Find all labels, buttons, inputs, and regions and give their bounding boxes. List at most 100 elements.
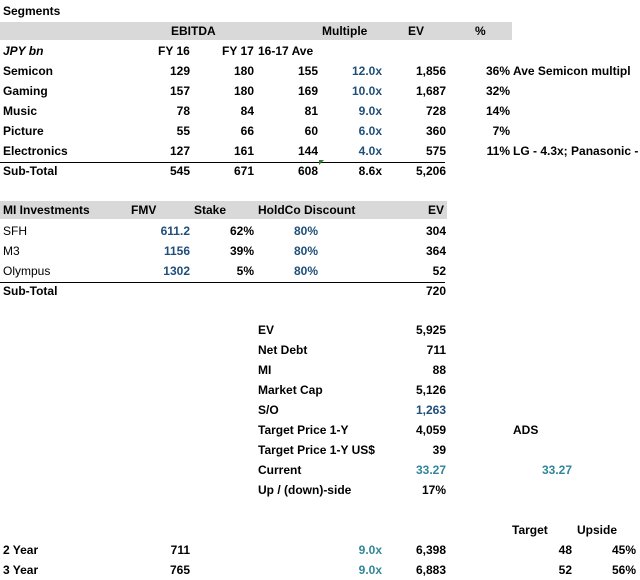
- segments-subtotal-rule: [0, 162, 445, 163]
- valuation-value: 39: [432, 443, 446, 457]
- mi-stake: 5%: [236, 264, 254, 278]
- segments-header-band: [0, 22, 512, 40]
- subtotal-ev: 5,206: [415, 164, 446, 178]
- segment-fy17: 180: [233, 64, 254, 78]
- segment-ev: 1,687: [415, 84, 446, 98]
- header-ev: EV: [408, 24, 425, 38]
- valuation-label: S/O: [258, 403, 279, 417]
- mi-header-stake: Stake: [194, 203, 227, 217]
- subtotal-ave: 608: [297, 164, 318, 178]
- projection-ebitda: 765: [169, 563, 190, 577]
- segment-fy17: 84: [240, 104, 254, 118]
- segment-multiple[interactable]: 12.0x: [320, 64, 382, 78]
- valuation-value: 5,925: [415, 323, 446, 337]
- segment-pct: 14%: [485, 104, 510, 118]
- segment-multiple[interactable]: 9.0x: [320, 104, 382, 118]
- mi-subtotal-label: Sub-Total: [3, 284, 58, 298]
- mi-name: M3: [3, 244, 20, 258]
- segment-fy16: 127: [169, 144, 190, 158]
- segment-ave: 144: [297, 144, 318, 158]
- subtotal-multiple: 8.6x: [358, 164, 382, 178]
- mi-header-fmv: FMV: [131, 203, 157, 217]
- proj-header-upside: Upside: [577, 523, 618, 537]
- valuation-value[interactable]: 1,263: [386, 403, 446, 417]
- mi-ev: 52: [432, 264, 446, 278]
- subheader-fy17: FY 17: [222, 44, 254, 58]
- segment-pct: 36%: [485, 64, 510, 78]
- mi-discount[interactable]: 80%: [258, 244, 318, 258]
- segment-fy16: 157: [169, 84, 190, 98]
- mi-stake: 62%: [229, 224, 254, 238]
- segment-multiple[interactable]: 6.0x: [320, 124, 382, 138]
- ads-label: ADS: [513, 423, 539, 437]
- valuation-label: Net Debt: [258, 343, 308, 357]
- segment-note: LG - 4.3x; Panasonic -: [513, 144, 639, 158]
- valuation-label: MI: [258, 363, 272, 377]
- header-pct: %: [475, 24, 486, 38]
- projection-target: 52: [558, 563, 572, 577]
- valuation-label: Target Price 1-Y: [258, 423, 349, 437]
- mi-fmv[interactable]: 1302: [130, 264, 190, 278]
- mi-name: SFH: [3, 224, 27, 238]
- segment-fy16: 78: [176, 104, 190, 118]
- proj-header-target: Target: [512, 523, 548, 537]
- mi-header-name: MI Investments: [3, 203, 90, 217]
- segment-fy16: 129: [169, 64, 190, 78]
- projection-ev: 6,398: [415, 543, 446, 557]
- segments-title: Segments: [3, 4, 61, 18]
- segment-ave: 169: [297, 84, 318, 98]
- segment-fy17: 66: [240, 124, 254, 138]
- subtotal-fy17: 671: [233, 164, 254, 178]
- segment-name: Gaming: [3, 84, 48, 98]
- segment-fy16: 55: [176, 124, 190, 138]
- segment-ev: 360: [425, 124, 446, 138]
- valuation-value[interactable]: 33.27: [386, 463, 446, 477]
- mi-subtotal-rule: [0, 282, 445, 283]
- segment-pct: 32%: [485, 84, 510, 98]
- mi-header-ev: EV: [428, 203, 445, 217]
- segment-fy17: 180: [233, 84, 254, 98]
- mi-discount[interactable]: 80%: [258, 224, 318, 238]
- segment-ev: 728: [425, 104, 446, 118]
- segment-fy17: 161: [233, 144, 254, 158]
- projection-target: 48: [558, 543, 572, 557]
- subheader-fy16: FY 16: [158, 44, 190, 58]
- segment-ave: 81: [304, 104, 318, 118]
- header-ebitda: EBITDA: [171, 24, 216, 38]
- segment-name: Semicon: [3, 64, 54, 78]
- header-multiple: Multiple: [322, 24, 368, 38]
- segment-name: Picture: [3, 124, 44, 138]
- mi-fmv[interactable]: 1156: [130, 244, 190, 258]
- mi-subtotal-ev: 720: [425, 284, 446, 298]
- valuation-value: 88: [432, 363, 446, 377]
- subheader-ave: 16-17 Ave: [258, 44, 314, 58]
- ads-current: 33.27: [541, 463, 572, 477]
- mi-ev: 364: [425, 244, 446, 258]
- segment-ev: 1,856: [415, 64, 446, 78]
- unit-label: JPY bn: [3, 44, 44, 58]
- projection-ev: 6,883: [415, 563, 446, 577]
- mi-discount[interactable]: 80%: [258, 264, 318, 278]
- valuation-value: 17%: [421, 483, 446, 497]
- segment-pct: 11%: [486, 144, 510, 158]
- segment-ave: 60: [304, 124, 318, 138]
- valuation-label: Up / (down)-side: [258, 483, 352, 497]
- segment-multiple[interactable]: 4.0x: [320, 144, 382, 158]
- segment-pct: 7%: [492, 124, 510, 138]
- mi-fmv[interactable]: 611.2: [130, 224, 190, 238]
- valuation-label: Current: [258, 463, 302, 477]
- segment-ave: 155: [297, 64, 318, 78]
- mi-stake: 39%: [229, 244, 254, 258]
- mi-header-discount: HoldCo Discount: [258, 203, 356, 217]
- projection-label: 2 Year: [3, 543, 39, 557]
- valuation-value: 711: [426, 343, 446, 357]
- projection-multiple[interactable]: 9.0x: [320, 563, 382, 577]
- segment-ev: 575: [425, 144, 446, 158]
- valuation-label: Target Price 1-Y US$: [258, 443, 375, 457]
- segments-subtotal-label: Sub-Total: [3, 164, 58, 178]
- valuation-value: 4,059: [415, 423, 446, 437]
- projection-ebitda: 711: [170, 543, 190, 557]
- projection-multiple[interactable]: 9.0x: [320, 543, 382, 557]
- mi-ev: 304: [425, 224, 446, 238]
- segment-multiple[interactable]: 10.0x: [320, 84, 382, 98]
